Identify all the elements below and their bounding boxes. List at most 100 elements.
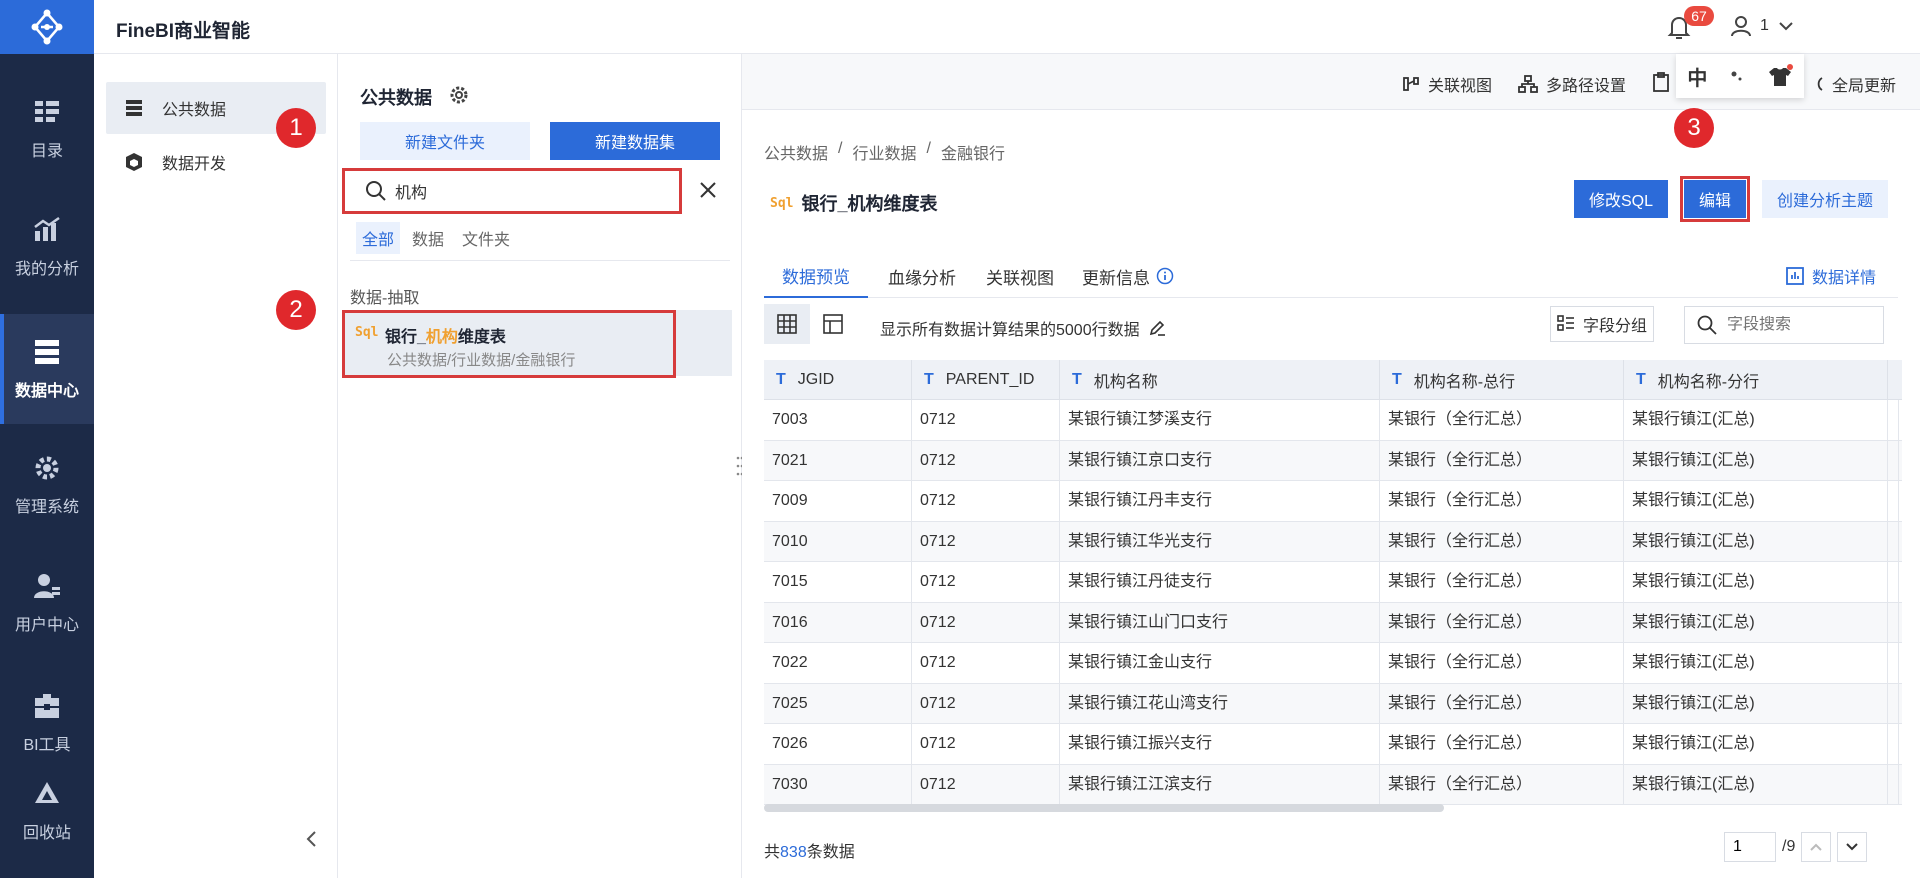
table-cell: 某银行（全行汇总） xyxy=(1380,764,1624,805)
data-detail-link[interactable]: 数据详情 xyxy=(1786,254,1876,298)
table-cell: 某银行镇江(汇总) xyxy=(1624,440,1888,481)
breadcrumb-separator: / xyxy=(926,140,931,157)
chevron-down-icon xyxy=(1846,843,1859,851)
table-cell: 7021 xyxy=(764,440,912,481)
table-row[interactable]: 7025 0712 某银行镇江花山湾支行 某银行（全行汇总） 某银行镇江(汇总) xyxy=(764,683,1902,724)
field-group-button[interactable]: 字段分组 xyxy=(1550,306,1654,342)
table-row[interactable]: 7022 0712 某银行镇江金山支行 某银行（全行汇总） 某银行镇江(汇总) xyxy=(764,643,1902,684)
multi-path-button[interactable]: 多路径设置 xyxy=(1518,72,1626,96)
new-dataset-button[interactable]: 新建数据集 xyxy=(550,122,720,160)
table-cell: 7010 xyxy=(764,521,912,562)
rail-item-recycle[interactable]: 回收站 xyxy=(0,756,94,866)
column-header[interactable]: T PARENT_ID xyxy=(912,360,1060,400)
logo[interactable] xyxy=(0,0,94,54)
search-input[interactable] xyxy=(395,182,655,200)
tab-data-preview[interactable]: 数据预览 xyxy=(764,254,868,298)
close-icon[interactable] xyxy=(696,178,720,202)
settings-gear-icon[interactable] xyxy=(448,84,470,106)
sql-icon: Sql xyxy=(770,195,794,211)
clipboard-button[interactable] xyxy=(1652,72,1670,92)
row-menu-icon[interactable] xyxy=(1890,521,1899,562)
table-cell: 某银行镇江(汇总) xyxy=(1624,602,1888,643)
filter-tab-all[interactable]: 全部 xyxy=(356,222,401,254)
table-row[interactable]: 7021 0712 某银行镇江京口支行 某银行（全行汇总） 某银行镇江(汇总) xyxy=(764,440,1902,481)
table-row[interactable]: 7009 0712 某银行镇江丹丰支行 某银行（全行汇总） 某银行镇江(汇总) xyxy=(764,481,1902,522)
edit-button[interactable]: 编辑 xyxy=(1684,180,1746,218)
global-update-button[interactable]: 全局更新 xyxy=(1812,72,1896,96)
table-cell: 某银行镇江京口支行 xyxy=(1060,440,1380,481)
search-result-item[interactable]: Sql 银行_机构维度表 公共数据/行业数据/金融银行 xyxy=(342,310,676,378)
prev-page-button[interactable] xyxy=(1801,832,1832,862)
table-row[interactable]: 7026 0712 某银行镇江振兴支行 某银行（全行汇总） 某银行镇江(汇总) xyxy=(764,724,1902,765)
row-menu-icon[interactable] xyxy=(1890,481,1899,521)
preview-tabs: 数据预览 血缘分析 关联视图 更新信息 xyxy=(764,254,1898,298)
search-box[interactable] xyxy=(342,168,682,214)
table-row[interactable]: 7030 0712 某银行镇江江滨支行 某银行（全行汇总） 某银行镇江(汇总) xyxy=(764,764,1902,805)
breadcrumb-finance-bank[interactable]: 金融银行 xyxy=(941,140,1005,164)
horizontal-scrollbar[interactable] xyxy=(764,804,1444,812)
row-menu-icon[interactable] xyxy=(1890,440,1899,481)
tab-update-info[interactable]: 更新信息 xyxy=(1082,254,1174,298)
row-menu-icon[interactable] xyxy=(1890,683,1899,724)
group-label: 数据-抽取 xyxy=(350,290,420,307)
column-header[interactable]: T 机构名称-分行 xyxy=(1624,360,1888,400)
rail-item-admin[interactable]: 管理系统 xyxy=(0,430,94,540)
breadcrumb-public-data[interactable]: 公共数据 xyxy=(764,140,828,164)
table-cell: 某银行（全行汇总） xyxy=(1380,724,1624,764)
table-row[interactable]: 7003 0712 某银行镇江梦溪支行 某银行（全行汇总） 某银行镇江(汇总) xyxy=(764,400,1902,441)
row-menu-icon[interactable] xyxy=(1890,562,1899,602)
collapse-sidebar-icon[interactable] xyxy=(302,829,322,849)
result-path: 公共数据/行业数据/金融银行 xyxy=(387,352,576,369)
ime-language-toggle[interactable]: 中 xyxy=(1687,62,1707,91)
rail-item-user-center[interactable]: 用户中心 xyxy=(0,548,94,658)
row-menu-icon[interactable] xyxy=(1890,724,1899,764)
table-row[interactable]: 7010 0712 某银行镇江华光支行 某银行（全行汇总） 某银行镇江(汇总) xyxy=(764,521,1902,562)
filter-tab-folder[interactable]: 文件夹 xyxy=(456,222,516,254)
field-search-input[interactable] xyxy=(1727,316,1867,334)
table-cell: 某银行（全行汇总） xyxy=(1380,521,1624,562)
table-cell: 某银行（全行汇总） xyxy=(1380,643,1624,683)
relation-view-button[interactable]: 关联视图 xyxy=(1402,72,1492,96)
row-menu-icon[interactable] xyxy=(1890,764,1899,805)
edit-sql-button[interactable]: 修改SQL xyxy=(1574,180,1668,218)
rail-item-analysis[interactable]: 我的分析 xyxy=(0,192,94,302)
grid-icon xyxy=(777,314,797,334)
tab-relation-view[interactable]: 关联视图 xyxy=(986,254,1054,298)
create-topic-button[interactable]: 创建分析主题 xyxy=(1762,180,1888,218)
user-menu[interactable]: 1 xyxy=(1730,15,1795,37)
layout-view-button[interactable] xyxy=(810,304,856,344)
toolbar: 关联视图 多路径设置 全局更新 中 xyxy=(742,54,1920,110)
skin-shirt-icon[interactable] xyxy=(1767,64,1793,88)
column-header[interactable]: T JGID xyxy=(764,360,912,400)
result-title: 银行_机构维度表 xyxy=(385,329,506,346)
grid-view-button[interactable] xyxy=(764,304,810,344)
table-row[interactable]: 7016 0712 某银行镇江山门口支行 某银行（全行汇总） 某银行镇江(汇总) xyxy=(764,602,1902,643)
table-cell: 0712 xyxy=(912,764,1060,805)
filter-tab-data[interactable]: 数据 xyxy=(406,222,450,254)
punctuation-icon[interactable] xyxy=(1730,69,1744,83)
table-cell: 7009 xyxy=(764,481,912,521)
ime-toolbar[interactable]: 中 xyxy=(1676,54,1804,98)
table-row[interactable]: 7015 0712 某银行镇江丹徒支行 某银行（全行汇总） 某银行镇江(汇总) xyxy=(764,562,1902,603)
rail-item-catalog[interactable]: 目录 xyxy=(0,74,94,184)
field-search-box[interactable] xyxy=(1684,306,1884,344)
rail-item-data-center[interactable]: 数据中心 xyxy=(0,314,94,424)
column-header[interactable]: T 机构名称-总行 xyxy=(1380,360,1624,400)
search-icon xyxy=(366,181,386,201)
data-table: T JGID T PARENT_ID T 机构名称 T 机构名称-总行 T 机构名称-分行… xyxy=(764,360,1902,806)
tab-lineage[interactable]: 血缘分析 xyxy=(888,254,956,298)
column-header[interactable]: T 机构名称 xyxy=(1060,360,1380,400)
row-menu-icon[interactable] xyxy=(1890,602,1899,643)
breadcrumb-industry-data[interactable]: 行业数据 xyxy=(852,140,916,164)
table-cell: 某银行镇江(汇总) xyxy=(1624,562,1888,602)
breadcrumb-separator: / xyxy=(838,140,843,157)
page-input[interactable] xyxy=(1724,832,1776,862)
next-page-button[interactable] xyxy=(1837,832,1868,862)
row-menu-icon[interactable] xyxy=(1890,643,1899,683)
table-header: T JGID T PARENT_ID T 机构名称 T 机构名称-总行 T 机构名称-分行 xyxy=(764,360,1902,400)
pencil-icon[interactable] xyxy=(1148,319,1166,337)
row-menu-icon[interactable] xyxy=(1890,400,1899,440)
table-cell: 某银行镇江(汇总) xyxy=(1624,521,1888,562)
table-cell: 某银行（全行汇总） xyxy=(1380,602,1624,643)
new-folder-button[interactable]: 新建文件夹 xyxy=(360,122,530,160)
